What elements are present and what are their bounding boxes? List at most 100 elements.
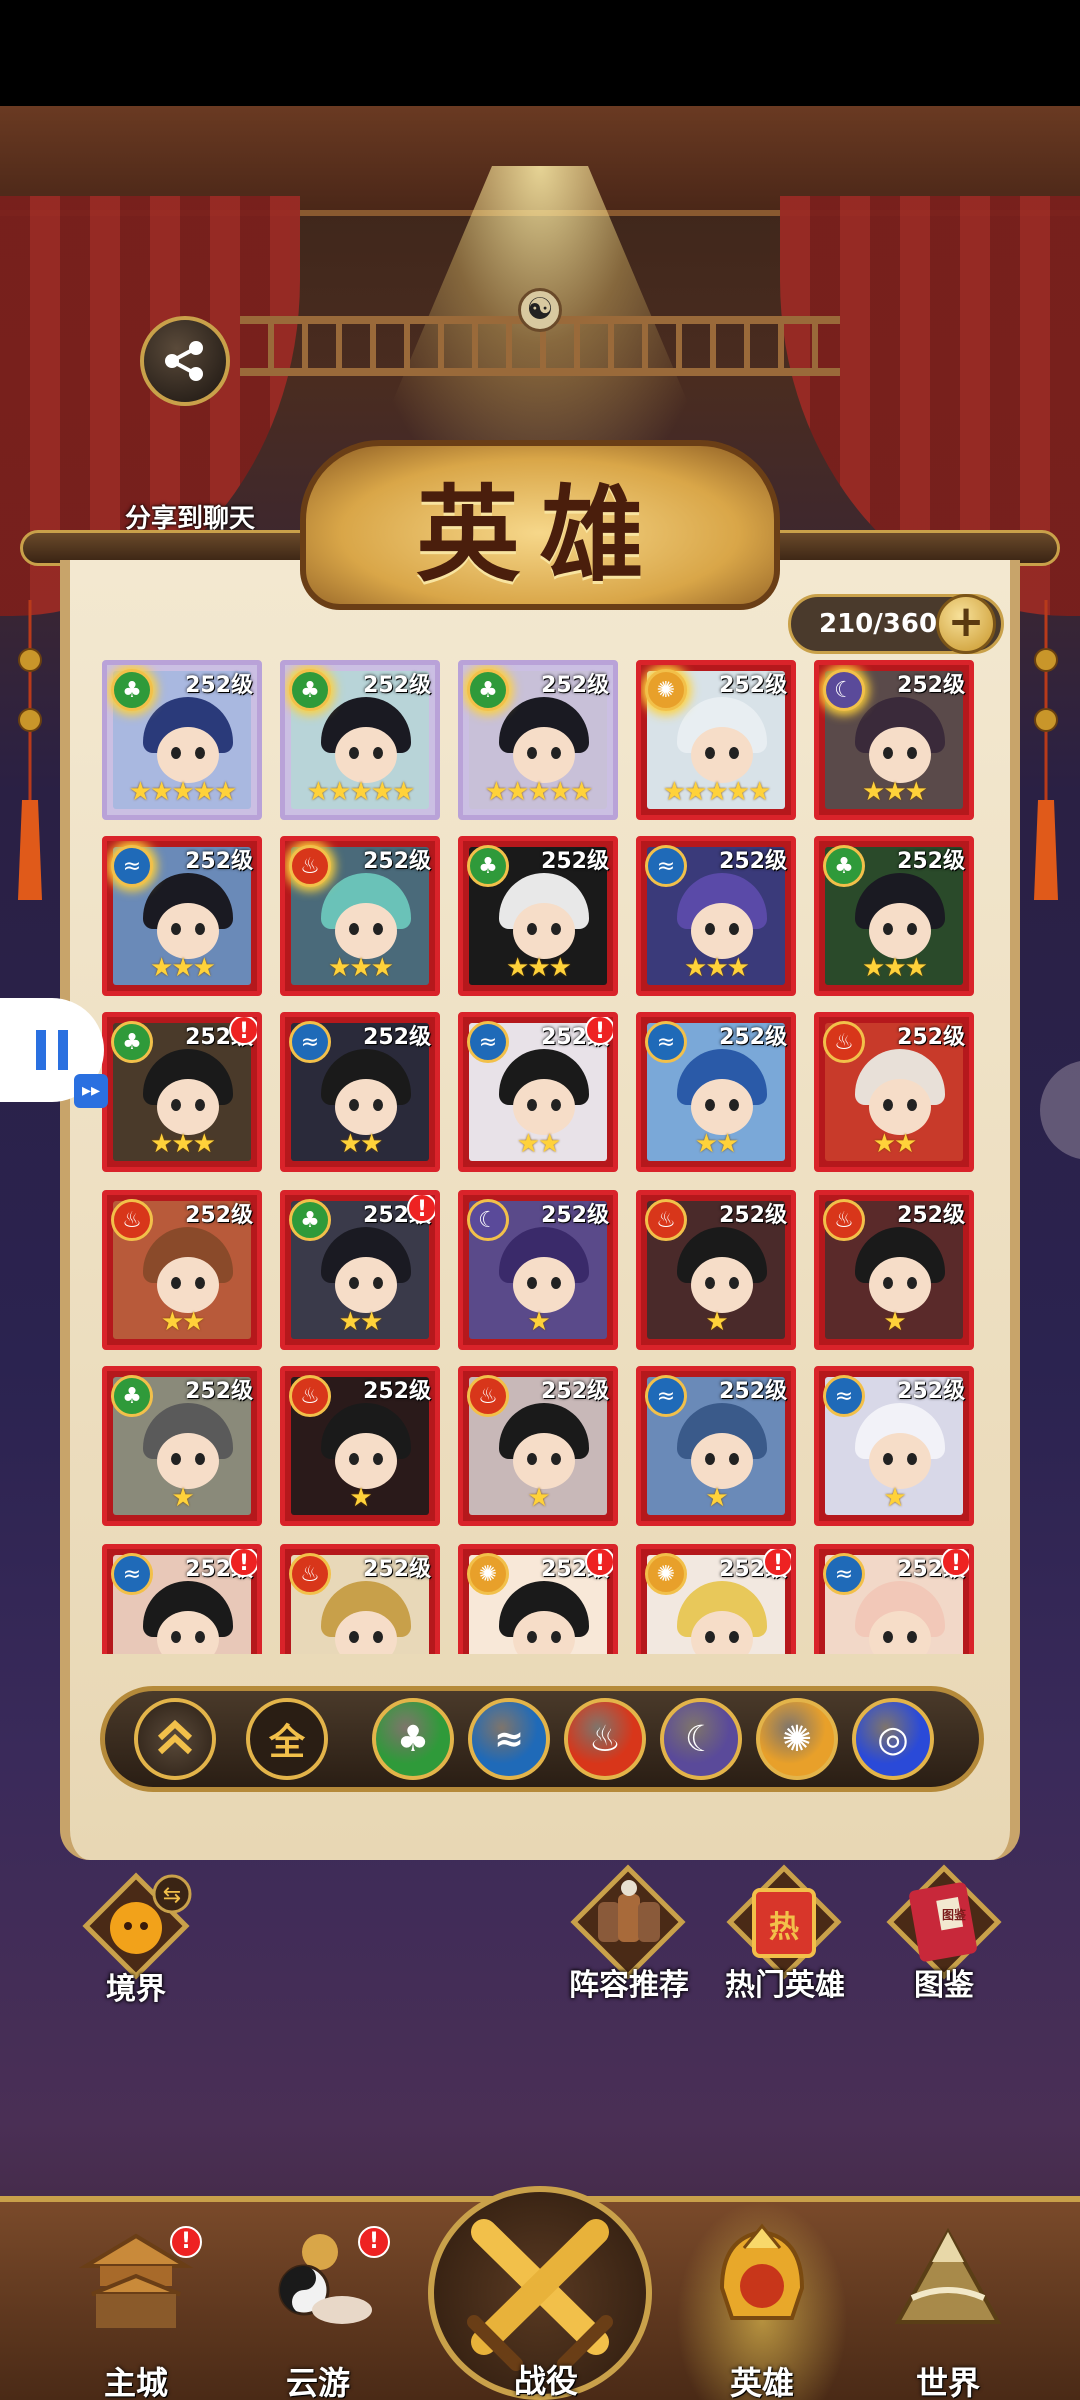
hero-card[interactable]: ≈252级 ★★ xyxy=(636,1012,796,1172)
hero-eye xyxy=(373,923,383,935)
hero-card[interactable]: ≈252级 ★★! xyxy=(458,1012,618,1172)
fast-forward-icon[interactable]: ▸▸ xyxy=(74,1074,108,1108)
hero-card[interactable]: ♨ 252级 ★ xyxy=(636,1190,796,1350)
share-button[interactable] xyxy=(140,316,230,406)
hero-eye xyxy=(883,923,893,935)
hero-stars: ★ xyxy=(705,1483,728,1513)
fire-element-icon: ♨ xyxy=(467,1375,509,1417)
codex-label[interactable]: 图鉴 xyxy=(884,1960,1004,2004)
hero-eye xyxy=(907,1099,917,1111)
hero-eye xyxy=(171,1631,181,1643)
hero-eye xyxy=(171,923,181,935)
hero-eye xyxy=(729,1631,739,1643)
hero-stars: ★★ xyxy=(338,1307,384,1337)
hero-stars: ★★★ xyxy=(150,953,216,983)
hero-eye xyxy=(373,1631,383,1643)
realm-label[interactable]: 境界 xyxy=(76,1964,196,2008)
water-element-icon: ≈ xyxy=(823,1553,865,1595)
fire-element-icon: ♨ xyxy=(289,1553,331,1595)
hero-eye xyxy=(729,747,739,759)
hero-card[interactable]: ♨ 252级 ★ xyxy=(814,1190,974,1350)
hero-card[interactable]: ♣ 252级 ★★★★★ xyxy=(280,660,440,820)
hero-alert-badge: ! xyxy=(941,1549,969,1577)
hero-card[interactable]: ♨ 252级 ★ xyxy=(458,1366,618,1526)
filter-wood-button[interactable]: ♣ xyxy=(372,1698,454,1780)
hero-stars: ★★ xyxy=(694,1129,740,1159)
hot-heroes-label[interactable]: 热门英雄 xyxy=(710,1960,860,2004)
filter-fire-button[interactable]: ♨ xyxy=(564,1698,646,1780)
hero-card[interactable]: ♣ 252级 ★★★ xyxy=(458,836,618,996)
hero-card[interactable]: ♨ 252级 ★ xyxy=(280,1366,440,1526)
expand-capacity-button[interactable]: + xyxy=(936,594,996,654)
hero-card[interactable]: ♣ 252级 ★★★★★ xyxy=(102,660,262,820)
yinyang-icon: ☯ xyxy=(518,288,562,332)
hero-card[interactable]: ♨ 252级 ★★ xyxy=(102,1190,262,1350)
moon-element-icon: ☾ xyxy=(467,1199,509,1241)
hero-card[interactable]: ♣ 252级 ★★! xyxy=(280,1190,440,1350)
nav-main-city-label: 主城 xyxy=(103,2364,168,2400)
hero-eye xyxy=(907,1453,917,1465)
chevron-up-icon xyxy=(157,1719,193,1755)
fire-element-icon: ♨ xyxy=(289,845,331,887)
hero-face xyxy=(869,1079,931,1135)
filter-light-button[interactable]: ✺ xyxy=(756,1698,838,1780)
hero-card[interactable]: ≈252级! xyxy=(814,1544,974,1654)
hero-eye xyxy=(551,1277,561,1289)
hero-card[interactable]: ≈252级 ★★ xyxy=(280,1012,440,1172)
hero-face xyxy=(157,903,219,959)
lineup-label[interactable]: 阵容推荐 xyxy=(554,1960,704,2004)
hero-eye xyxy=(729,923,739,935)
hero-card[interactable]: ≈252级! xyxy=(102,1544,262,1654)
hero-card[interactable]: ≈252级 ★★★ xyxy=(636,836,796,996)
nav-travel[interactable]: ! 云游 xyxy=(228,2208,408,2400)
title-plate: 英雄 xyxy=(300,440,780,610)
hero-eye xyxy=(705,1099,715,1111)
hero-card[interactable]: ♣ 252级 ★ xyxy=(102,1366,262,1526)
hero-card[interactable]: ✺ 252级! xyxy=(636,1544,796,1654)
wood-element-icon: ♣ xyxy=(467,845,509,887)
hero-alert-badge: ! xyxy=(229,1017,257,1045)
hero-card[interactable]: ≈252级 ★★★ xyxy=(102,836,262,996)
filter-moon-button[interactable]: ☾ xyxy=(660,1698,742,1780)
nav-main-city[interactable]: ! 主城 xyxy=(46,2208,226,2400)
filter-all-button[interactable]: 全 xyxy=(246,1698,328,1780)
filter-water-button[interactable]: ≈ xyxy=(468,1698,550,1780)
water-element-icon: ≈ xyxy=(493,1718,525,1760)
hero-level: 252级 xyxy=(363,1379,431,1404)
hero-stars: ★★★ xyxy=(150,1129,216,1159)
hero-face xyxy=(691,1079,753,1135)
hero-eye xyxy=(883,1099,893,1111)
hero-alert-badge: ! xyxy=(585,1017,613,1045)
filter-dark-button[interactable]: ◎ xyxy=(852,1698,934,1780)
collapse-button[interactable] xyxy=(134,1698,216,1780)
hero-stars: ★★★★★ xyxy=(128,777,238,807)
hero-card[interactable]: ≈252级 ★ xyxy=(814,1366,974,1526)
hero-card[interactable]: ✺ 252级! xyxy=(458,1544,618,1654)
nav-world[interactable]: 世界 xyxy=(858,2208,1038,2400)
hero-stars: ★★ xyxy=(872,1129,918,1159)
hero-card[interactable]: ♨ 252级 ★★★ xyxy=(280,836,440,996)
hero-eye xyxy=(705,923,715,935)
hero-card[interactable]: ☾ 252级 ★★★ xyxy=(814,660,974,820)
hero-alert-badge: ! xyxy=(585,1549,613,1577)
hero-card[interactable]: ♣ 252级 ★★★ xyxy=(814,836,974,996)
hero-alert-badge: ! xyxy=(407,1195,435,1223)
hero-card[interactable]: ♣ 252级 ★★★★★ xyxy=(458,660,618,820)
hero-stars: ★ xyxy=(883,1483,906,1513)
hero-card[interactable]: ☾ 252级 ★ xyxy=(458,1190,618,1350)
share-icon xyxy=(165,341,203,381)
hero-level: 252级 xyxy=(185,849,253,874)
hero-card[interactable]: ≈252级 ★ xyxy=(636,1366,796,1526)
nav-battle[interactable]: 战役 xyxy=(428,2186,652,2400)
nav-heroes[interactable]: 英雄 xyxy=(672,2208,852,2400)
hero-card[interactable]: ♨ 252级 xyxy=(280,1544,440,1654)
hero-eye xyxy=(349,923,359,935)
hero-card[interactable]: ♨ 252级 ★★ xyxy=(814,1012,974,1172)
hero-eye xyxy=(527,1631,537,1643)
hero-card[interactable]: ♣ 252级 ★★★! xyxy=(102,1012,262,1172)
hero-card[interactable]: ✺ 252级 ★★★★★ xyxy=(636,660,796,820)
light-element-icon: ✺ xyxy=(645,1553,687,1595)
hero-eye xyxy=(171,1099,181,1111)
hero-face xyxy=(157,1433,219,1489)
hero-level: 252级 xyxy=(541,1379,609,1404)
